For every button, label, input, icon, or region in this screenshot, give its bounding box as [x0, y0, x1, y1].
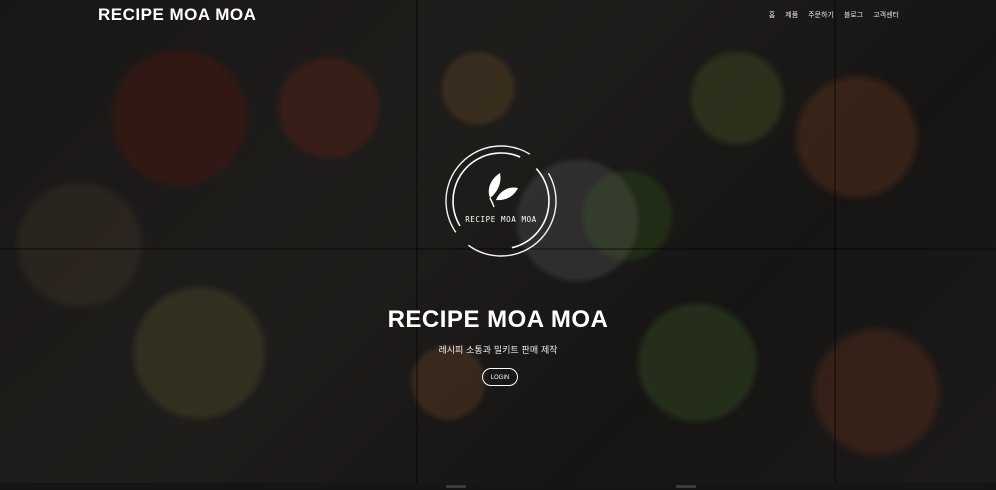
site-logo[interactable]: RECIPE MOA MOA: [98, 5, 256, 25]
main-nav: 홈 제품 주문하기 블로그 고객센터: [769, 10, 899, 20]
hero-title: RECIPE MOA MOA: [387, 306, 609, 333]
nav-item-order[interactable]: 주문하기: [808, 10, 834, 20]
emblem-text: RECIPE MOA MOA: [465, 215, 537, 224]
leaf-icon: [488, 173, 518, 208]
bottom-bar-marker: [446, 485, 466, 488]
bottom-bar: [0, 483, 996, 490]
brand-emblem: RECIPE MOA MOA: [445, 145, 557, 257]
hero-subtitle: 레시피 소통과 밀키트 판매 제작: [438, 346, 558, 356]
login-button[interactable]: LOGIN: [482, 368, 518, 386]
top-header: RECIPE MOA MOA 홈 제품 주문하기 블로그 고객센터: [0, 0, 996, 30]
nav-item-home[interactable]: 홈: [769, 10, 775, 20]
nav-item-blog[interactable]: 블로그: [844, 10, 863, 20]
nav-item-products[interactable]: 제품: [785, 10, 798, 20]
nav-item-support[interactable]: 고객센터: [873, 10, 899, 20]
bottom-bar-marker: [676, 485, 696, 488]
